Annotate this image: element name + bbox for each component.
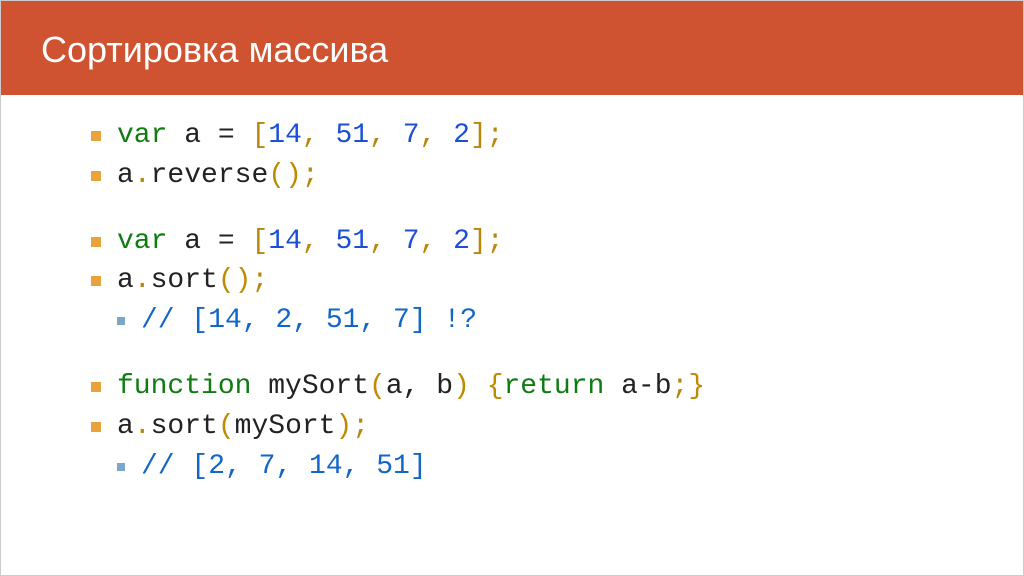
bullet-icon	[91, 237, 101, 247]
code-line: var a = [14, 51, 7, 2];	[91, 223, 963, 261]
slide-header: Сортировка массива	[1, 1, 1023, 95]
code-line: // [2, 7, 14, 51]	[91, 448, 963, 486]
code-line: var a = [14, 51, 7, 2];	[91, 117, 963, 155]
bullet-icon	[91, 276, 101, 286]
code-line: function mySort(a, b) {return a-b;}	[91, 368, 963, 406]
bullet-icon	[91, 171, 101, 181]
code-text: a.sort(mySort);	[117, 408, 369, 446]
code-text: function mySort(a, b) {return a-b;}	[117, 368, 705, 406]
code-text: // [14, 2, 51, 7] !?	[141, 302, 477, 340]
code-text: // [2, 7, 14, 51]	[141, 448, 427, 486]
code-text: var a = [14, 51, 7, 2];	[117, 117, 504, 155]
code-line: // [14, 2, 51, 7] !?	[91, 302, 963, 340]
bullet-icon	[91, 422, 101, 432]
code-text: var a = [14, 51, 7, 2];	[117, 223, 504, 261]
code-line: a.reverse();	[91, 157, 963, 195]
code-line: a.sort();	[91, 262, 963, 300]
slide: Сортировка массива var a = [14, 51, 7, 2…	[0, 0, 1024, 576]
code-line: a.sort(mySort);	[91, 408, 963, 446]
sub-bullet-icon	[117, 317, 125, 325]
slide-title: Сортировка массива	[41, 29, 388, 70]
code-text: a.reverse();	[117, 157, 319, 195]
sub-bullet-icon	[117, 463, 125, 471]
code-text: a.sort();	[117, 262, 268, 300]
slide-content: var a = [14, 51, 7, 2]; a.reverse(); var…	[1, 95, 1023, 507]
bullet-icon	[91, 131, 101, 141]
bullet-icon	[91, 382, 101, 392]
